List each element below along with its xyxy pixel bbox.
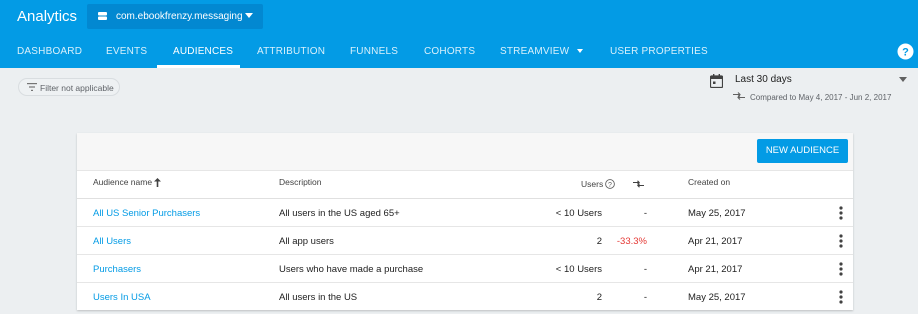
audience-description: Users who have made a purchase xyxy=(279,264,424,275)
audience-description: All app users xyxy=(279,236,334,247)
app-selector[interactable]: com.ebookfrenzy.messaging xyxy=(87,4,263,29)
audience-users: < 10 Users xyxy=(555,208,602,219)
tab-funnels[interactable]: FUNNELS xyxy=(350,36,398,68)
filter-icon xyxy=(27,83,37,91)
more-vert-icon[interactable] xyxy=(839,262,843,276)
calendar-icon xyxy=(710,74,723,88)
help-icon[interactable]: ? xyxy=(897,43,914,60)
audience-change: - xyxy=(643,208,647,219)
dropdown-caret-icon xyxy=(577,49,584,54)
svg-text:?: ? xyxy=(608,182,612,189)
svg-text:?: ? xyxy=(902,47,909,59)
nav-tabs: DASHBOARD EVENTS AUDIENCES ATTRIBUTION F… xyxy=(0,36,918,68)
tab-cohorts[interactable]: COHORTS xyxy=(424,36,475,68)
app-title: Analytics xyxy=(17,8,78,25)
audience-created: May 25, 2017 xyxy=(688,208,746,219)
comparison-range: Compared to May 4, 2017 - Jun 2, 2017 xyxy=(750,93,892,102)
table-row[interactable]: All US Senior Purchasers All users in th… xyxy=(77,199,853,227)
column-header-users[interactable]: Users xyxy=(581,179,603,189)
audience-users: < 10 Users xyxy=(555,264,602,275)
audience-users: 2 xyxy=(596,292,602,303)
date-range-value: Last 30 days xyxy=(735,74,792,85)
audience-name-link[interactable]: All Users xyxy=(93,236,131,247)
audience-created: May 25, 2017 xyxy=(688,292,746,303)
tab-user-properties[interactable]: USER PROPERTIES xyxy=(610,36,708,68)
more-vert-icon[interactable] xyxy=(839,234,843,248)
audience-name-link[interactable]: Purchasers xyxy=(93,264,141,275)
audience-description: All users in the US aged 65+ xyxy=(279,208,400,219)
column-header-description: Description xyxy=(279,177,322,187)
compare-icon xyxy=(733,92,745,100)
dropdown-caret-icon xyxy=(899,77,907,82)
audience-change: - xyxy=(643,264,647,275)
tab-audiences[interactable]: AUDIENCES xyxy=(173,36,233,68)
audience-change: - xyxy=(643,292,647,303)
audience-change: -33.3% xyxy=(616,236,647,247)
audience-name-link[interactable]: All US Senior Purchasers xyxy=(93,208,200,219)
filter-chip-label: Filter not applicable xyxy=(40,83,114,93)
column-header-name[interactable]: Audience name xyxy=(93,177,152,187)
tab-streamview-label: STREAMVIEW xyxy=(500,46,570,57)
app-selector-label: com.ebookfrenzy.messaging xyxy=(116,11,243,22)
new-audience-button[interactable]: NEW AUDIENCE xyxy=(757,139,848,163)
table-row[interactable]: Purchasers Users who have made a purchas… xyxy=(77,255,853,283)
audience-users: 2 xyxy=(596,236,602,247)
top-app-bar: Analytics com.ebookfrenzy.messaging DASH… xyxy=(0,0,918,68)
column-header-created: Created on xyxy=(688,177,731,187)
more-vert-icon[interactable] xyxy=(839,206,843,220)
audience-created: Apr 21, 2017 xyxy=(688,264,743,275)
sort-up-arrow-icon[interactable] xyxy=(154,178,161,187)
audience-created: Apr 21, 2017 xyxy=(688,236,743,247)
app-icon xyxy=(98,12,107,20)
tab-attribution[interactable]: ATTRIBUTION xyxy=(257,36,325,68)
compare-icon xyxy=(633,180,644,188)
dropdown-caret-icon xyxy=(245,13,253,18)
audience-description: All users in the US xyxy=(279,292,358,303)
tab-streamview[interactable]: STREAMVIEW xyxy=(500,36,584,68)
active-tab-indicator xyxy=(157,65,240,68)
audience-name-link[interactable]: Users In USA xyxy=(93,292,151,303)
filter-chip[interactable]: Filter not applicable xyxy=(18,78,120,96)
more-vert-icon[interactable] xyxy=(839,290,843,304)
card-toolbar: NEW AUDIENCE xyxy=(77,133,853,171)
question-circle-icon[interactable]: ? xyxy=(605,179,615,189)
tab-events[interactable]: EVENTS xyxy=(106,36,147,68)
date-range-picker[interactable]: Last 30 days Compared to May 4, 2017 - J… xyxy=(706,72,911,108)
tab-dashboard[interactable]: DASHBOARD xyxy=(17,36,82,68)
audiences-table-card: NEW AUDIENCE Audience name Description U… xyxy=(77,133,853,310)
table-row[interactable]: All Users All app users 2 -33.3% Apr 21,… xyxy=(77,227,853,255)
table-row[interactable]: Users In USA All users in the US 2 - May… xyxy=(77,283,853,311)
